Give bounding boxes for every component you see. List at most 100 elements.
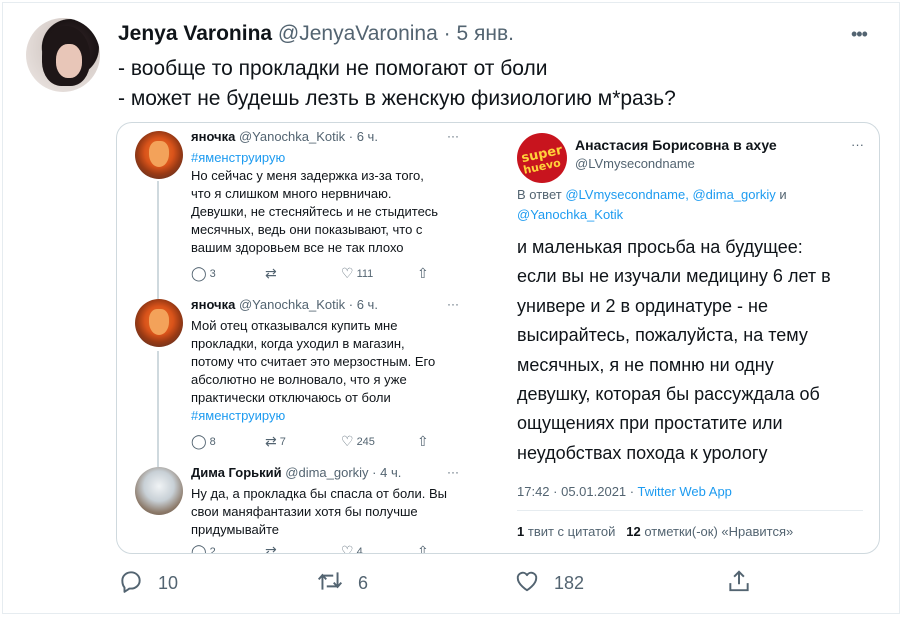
thread-text-line: месячных, ведь они показывают, что с xyxy=(191,222,423,237)
like-icon: ♡ xyxy=(341,433,354,449)
user-avatar[interactable]: super huevo xyxy=(517,133,567,183)
thread-connector xyxy=(157,351,159,467)
quoted-text-line: неудобствах похода к урологу xyxy=(517,442,768,463)
like-button[interactable]: ♡ 245 xyxy=(341,433,375,450)
like-button[interactable]: ♡ 4 xyxy=(341,543,363,553)
quoted-tweet-text: и маленькая просьба на будущее: если вы … xyxy=(517,233,867,468)
reply-button[interactable]: 10 xyxy=(118,568,178,599)
thread-user-handle: @dima_gorkiy · 4 ч. xyxy=(285,465,402,480)
reply-count: 2 xyxy=(209,546,216,553)
user-avatar[interactable] xyxy=(135,299,183,347)
thread-user-name[interactable]: Дима Горький xyxy=(191,465,282,480)
reply-prefix: В ответ xyxy=(517,187,562,202)
retweet-icon xyxy=(316,568,344,599)
quoted-stats: 1 твит с цитатой 12 отметки(-ок) «Нравит… xyxy=(517,524,793,539)
share-button[interactable]: ⇧ xyxy=(417,543,432,553)
timestamp[interactable]: 17:42 · 05.01.2021 · xyxy=(517,484,634,499)
reply-button[interactable]: ◯ 8 xyxy=(191,433,216,450)
thread-text-line: практически отключаюсь от боли xyxy=(191,390,391,405)
thread-user-handle: @Yanochka_Kotik · 6 ч. xyxy=(238,129,378,144)
more-icon[interactable]: ••• xyxy=(851,24,868,45)
share-button[interactable] xyxy=(726,568,766,599)
retweet-button[interactable]: ⇄ xyxy=(265,543,280,553)
retweet-button[interactable]: 6 xyxy=(316,568,368,599)
embedded-screenshot[interactable]: яночка @Yanochka_Kotik · 6 ч. ··· #яменс… xyxy=(116,122,880,554)
author-name[interactable]: Jenya Varonina xyxy=(118,22,272,45)
thread-user: яночка @Yanochka_Kotik · 6 ч. xyxy=(191,129,378,144)
thread-text: Мой отец отказывался купить мне прокладк… xyxy=(191,317,481,425)
retweet-button[interactable]: ⇄ xyxy=(265,265,280,282)
reply-count: 8 xyxy=(209,436,216,448)
quoted-tweet: super huevo Анастасия Борисовна в ахуе @… xyxy=(501,123,879,553)
thread-text-line: придумывайте xyxy=(191,522,280,537)
divider xyxy=(517,510,863,511)
like-icon: ♡ xyxy=(341,543,354,553)
like-label[interactable]: отметки(-ок) «Нравится» xyxy=(644,524,793,539)
thread-text-line: Девушки, не стесняйтесь и не стыдитесь xyxy=(191,204,439,219)
tweet-actions: 10 6 182 xyxy=(0,568,902,598)
hashtag[interactable]: #яменструирую xyxy=(191,407,481,425)
like-count: 4 xyxy=(356,546,363,553)
quote-label[interactable]: твит с цитатой xyxy=(528,524,616,539)
author-avatar[interactable] xyxy=(26,18,100,92)
quoted-user-name[interactable]: Анастасия Борисовна в ахуе xyxy=(575,137,777,153)
mention-link[interactable]: @LVmysecondname, @dima_gorkiy xyxy=(565,187,775,202)
thread-text-line: потому что считает это мерзостным. Его xyxy=(191,354,436,369)
thread-user: Дима Горький @dima_gorkiy · 4 ч. xyxy=(191,465,401,480)
share-icon: ⇧ xyxy=(417,265,429,281)
share-button[interactable]: ⇧ xyxy=(417,265,432,282)
share-icon: ⇧ xyxy=(417,433,429,449)
like-count: 111 xyxy=(356,268,374,280)
thread-user: яночка @Yanochka_Kotik · 6 ч. xyxy=(191,297,378,312)
tweet-date[interactable]: 5 янв. xyxy=(456,22,513,45)
thread-text-line: Ну да, а прокладка бы спасла от боли. Вы xyxy=(191,486,448,501)
quote-count: 1 xyxy=(517,524,525,539)
quoted-text-line: высирайтесь, пожалуйста, на тему xyxy=(517,325,808,346)
thread-user-name[interactable]: яночка xyxy=(191,129,235,144)
quoted-text-line: и маленькая просьба на будущее: xyxy=(517,237,803,257)
hashtag[interactable]: #яменструирую xyxy=(191,149,481,167)
user-avatar[interactable] xyxy=(135,467,183,515)
share-button[interactable]: ⇧ xyxy=(417,433,432,450)
mention-link[interactable]: @Yanochka_Kotik xyxy=(517,207,623,222)
like-button[interactable]: ♡ 111 xyxy=(341,265,373,282)
reply-icon xyxy=(118,568,144,599)
like-button[interactable]: 182 xyxy=(514,568,584,599)
source-app-link[interactable]: Twitter Web App xyxy=(637,484,731,499)
reply-button[interactable]: ◯ 2 xyxy=(191,543,216,553)
more-icon[interactable]: ··· xyxy=(447,129,459,143)
retweet-count: 6 xyxy=(358,573,369,593)
thread-text-line: Мой отец отказывался купить мне xyxy=(191,318,398,333)
thread-text: Ну да, а прокладка бы спасла от боли. Вы… xyxy=(191,485,481,539)
like-count: 12 xyxy=(626,524,641,539)
reply-icon: ◯ xyxy=(191,265,207,281)
reply-context: В ответ @LVmysecondname, @dima_gorkiy и … xyxy=(517,185,837,225)
user-avatar[interactable] xyxy=(135,131,183,179)
quoted-user-handle[interactable]: @LVmysecondname xyxy=(575,156,695,171)
header-separator: · xyxy=(443,22,451,45)
thread-column: яночка @Yanochka_Kotik · 6 ч. ··· #яменс… xyxy=(117,123,493,553)
more-icon[interactable]: ··· xyxy=(851,137,864,152)
thread-text-line: свои маняфантазии хотя бы получше xyxy=(191,504,418,519)
quoted-text-line: универе и 2 в ординатуре - не xyxy=(517,295,768,316)
retweet-count: 7 xyxy=(279,436,286,448)
reply-count: 3 xyxy=(209,268,216,280)
thread-user-handle: @Yanochka_Kotik · 6 ч. xyxy=(238,297,378,312)
like-count: 245 xyxy=(356,436,375,448)
more-icon[interactable]: ··· xyxy=(447,465,459,479)
thread-text-line: вашим здоровьем все не так плохо xyxy=(191,240,404,255)
quoted-text-line: ощущениях при простатите или xyxy=(517,413,783,434)
thread-user-name[interactable]: яночка xyxy=(191,297,235,312)
retweet-icon: ⇄ xyxy=(265,543,277,553)
like-icon xyxy=(514,568,540,599)
thread-text-line: что я слишком много нервничаю. xyxy=(191,186,392,201)
reply-button[interactable]: ◯ 3 xyxy=(191,265,216,282)
thread-text-line: прокладки, когда уходил в магазин, xyxy=(191,336,405,351)
quoted-text-line: если вы не изучали медицину 6 лет в xyxy=(517,266,831,287)
thread-connector xyxy=(157,181,159,299)
quoted-text-line: месячных, я не помню ни одну xyxy=(517,354,774,375)
more-icon[interactable]: ··· xyxy=(447,297,459,311)
retweet-button[interactable]: ⇄ 7 xyxy=(265,433,286,450)
thread-text: #яменструирую Но сейчас у меня задержка … xyxy=(191,149,481,257)
author-handle[interactable]: @JenyaVaronina xyxy=(278,22,438,45)
